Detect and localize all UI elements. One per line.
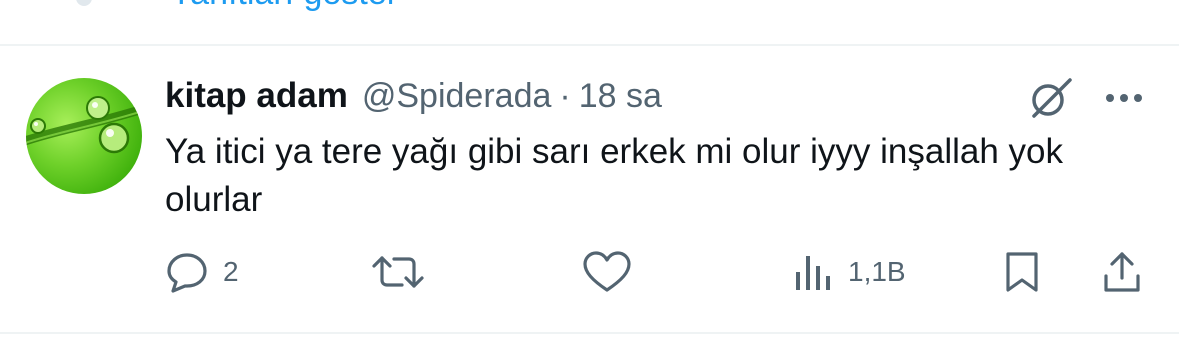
reply-icon: [167, 253, 207, 293]
thread-connector-dot: [76, 0, 92, 6]
bookmark-button[interactable]: [1002, 244, 1042, 300]
retweet-icon: [372, 256, 424, 288]
share-button[interactable]: [1100, 244, 1144, 300]
retweet-button[interactable]: [370, 244, 440, 300]
more-icon[interactable]: [1100, 88, 1148, 108]
tweet-timestamp[interactable]: 18 sa: [579, 77, 662, 116]
views-count: 1,1B: [848, 256, 906, 287]
reply-count: 2: [223, 256, 239, 287]
divider-top: [0, 44, 1179, 46]
divider-bottom: [0, 332, 1179, 334]
tweet-header: kitap adam @Spiderada · 18 sa: [165, 76, 662, 120]
avatar-water-drops-image: [26, 96, 142, 154]
previous-reply-strip: Yanıtları göster: [0, 0, 1179, 44]
display-name[interactable]: kitap adam: [165, 76, 348, 116]
like-icon: [583, 251, 631, 292]
avatar[interactable]: [26, 78, 142, 194]
show-replies-link[interactable]: Yanıtları göster: [170, 0, 398, 13]
user-handle[interactable]: @Spiderada: [362, 77, 552, 116]
bookmark-icon: [1006, 252, 1038, 292]
tweet-text: Ya itici ya tere yağı gibi sarı erkek mi…: [165, 132, 1064, 219]
views-icon: [796, 256, 830, 290]
tweet-action-bar: 2 1,1B: [0, 244, 1179, 300]
header-separator: ·: [559, 77, 571, 115]
like-button[interactable]: [582, 244, 646, 300]
views-button[interactable]: 1,1B: [794, 244, 906, 300]
reply-button[interactable]: 2: [165, 244, 239, 300]
share-icon: [1104, 252, 1140, 292]
grok-icon[interactable]: [1026, 74, 1074, 122]
